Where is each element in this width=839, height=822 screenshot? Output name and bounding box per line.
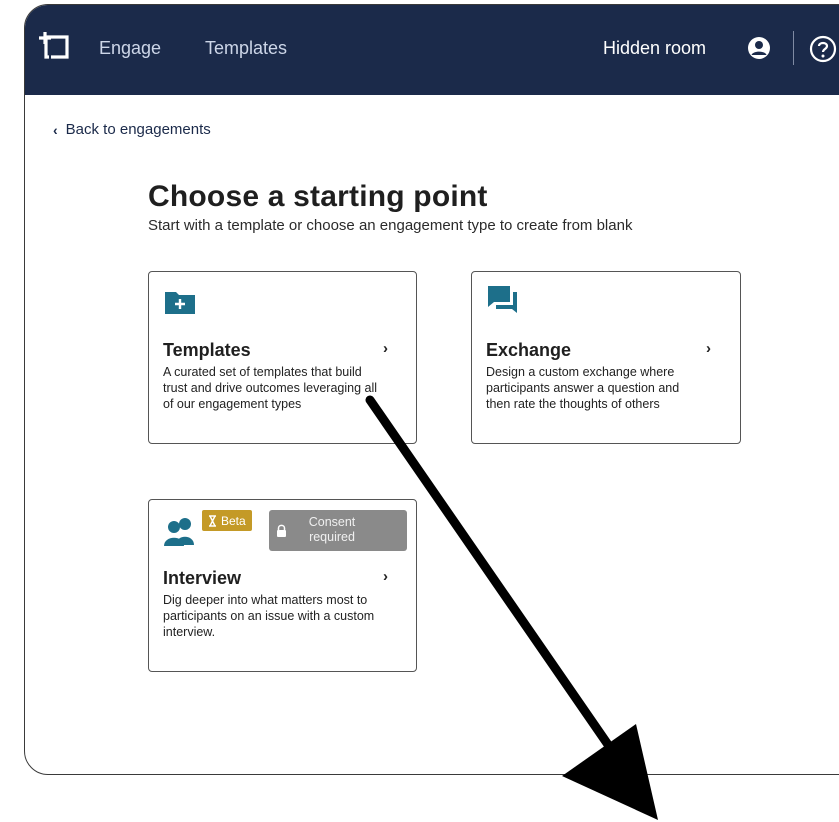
nav-templates[interactable]: Templates [205, 38, 287, 59]
hourglass-icon [209, 514, 216, 527]
header-divider [793, 31, 794, 65]
back-to-engagements-link[interactable]: ‹ Back to engagements [53, 121, 211, 138]
card-description: Design a custom exchange where participa… [486, 365, 680, 411]
templates-card[interactable]: Templates › A curated set of templates t… [148, 271, 417, 444]
nav-engage[interactable]: Engage [99, 38, 161, 59]
card-title: Interview [163, 568, 242, 588]
people-icon [164, 518, 194, 546]
chat-bubbles-icon [488, 286, 517, 313]
top-navigation-bar: Engage Templates Hidden room [25, 5, 839, 95]
lock-icon [277, 524, 286, 537]
page-subtitle: Start with a template or choose an engag… [148, 217, 633, 234]
user-circle-icon[interactable] [747, 36, 771, 60]
card-description: Dig deeper into what matters most to par… [163, 593, 375, 639]
card-description: A curated set of templates that build tr… [163, 365, 378, 411]
question-circle-icon[interactable] [809, 35, 837, 63]
folder-plus-icon [165, 292, 195, 314]
beta-label: Beta [221, 513, 246, 528]
chevron-right-icon: › [383, 340, 388, 357]
consent-label: Consent required [308, 515, 356, 544]
chevron-right-icon: › [706, 340, 711, 357]
card-title: Templates [163, 340, 251, 360]
page-title: Choose a starting point [148, 180, 488, 213]
chevron-left-icon: ‹ [53, 121, 58, 138]
card-title: Exchange [486, 340, 572, 360]
chevron-right-icon: › [383, 568, 388, 585]
beta-badge: Beta [202, 510, 252, 531]
app-window: Engage Templates Hidden room ‹ Back to e… [24, 4, 839, 775]
add-board-icon[interactable] [37, 29, 73, 65]
room-name[interactable]: Hidden room [603, 38, 706, 59]
back-link-label: Back to engagements [65, 121, 211, 138]
exchange-card[interactable]: Exchange › Design a custom exchange wher… [471, 271, 741, 444]
consent-required-badge: Consent required [269, 510, 407, 551]
interview-card[interactable]: Beta Consent required Interview › Dig de… [148, 499, 417, 672]
